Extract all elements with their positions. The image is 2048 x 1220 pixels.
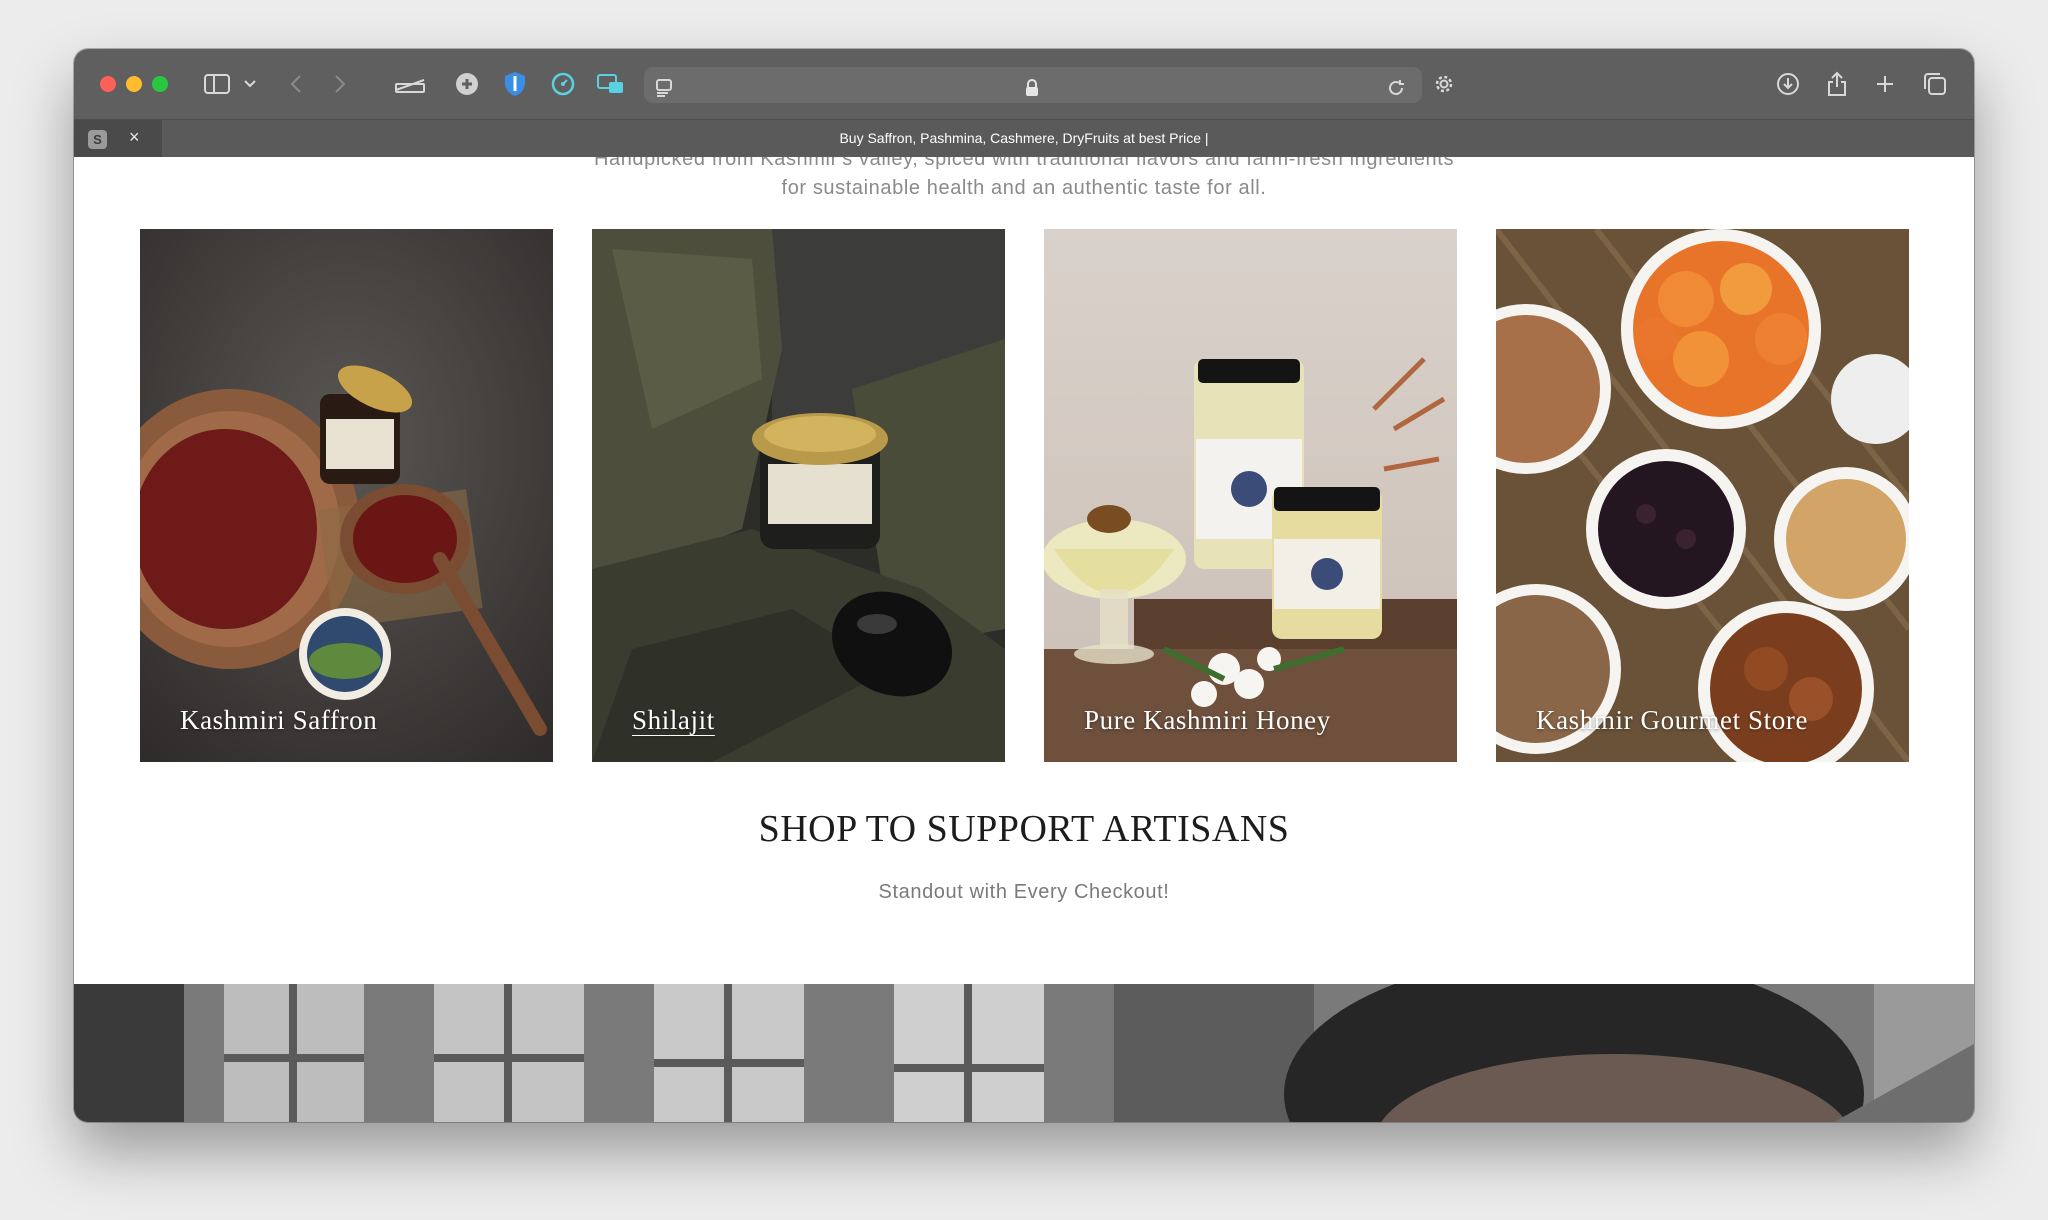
honey-image [1044,229,1457,762]
category-card-saffron[interactable]: Kashmiri Saffron [140,229,553,762]
category-card-shilajit[interactable]: Shilajit [592,229,1005,762]
gourmet-image [1496,229,1909,762]
page-content: Handpicked from Kashmir's valley, spiced… [74,157,1974,1122]
intro-line-2: for sustainable health and an authentic … [781,177,1267,199]
lock-icon [1022,73,1042,103]
download-icon[interactable] [1774,69,1802,99]
close-window-button[interactable] [100,76,116,92]
sidebar-toggle-icon[interactable] [202,69,232,99]
category-card-gourmet[interactable]: Kashmir Gourmet Store [1496,229,1909,762]
reader-mode-icon[interactable] [654,73,674,103]
ruler-extension-icon[interactable] [394,69,426,99]
saffron-image [140,229,553,762]
speedometer-extension-icon[interactable] [550,69,576,99]
tab-pinned[interactable]: S × [74,120,162,158]
section-subtitle: Standout with Every Checkout! [878,881,1170,903]
card-label[interactable]: Pure Kashmiri Honey [1084,705,1331,736]
site-favicon: S [88,130,107,149]
browser-window: S × Buy Saffron, Pashmina, Cashmere, Dry… [74,49,1974,1122]
chevron-down-icon[interactable] [242,69,258,99]
back-icon[interactable] [286,69,306,99]
gear-icon[interactable] [1429,69,1459,99]
category-card-honey[interactable]: Pure Kashmiri Honey [1044,229,1457,762]
tab-bar: S × Buy Saffron, Pashmina, Cashmere, Dry… [74,119,1974,158]
screen-extension-icon[interactable] [596,69,626,99]
forward-icon[interactable] [330,69,350,99]
card-label[interactable]: Kashmir Gourmet Store [1536,705,1808,736]
minimize-window-button[interactable] [126,76,142,92]
reload-icon[interactable] [1384,73,1408,103]
shilajit-image [592,229,1005,762]
address-bar[interactable] [644,67,1422,103]
puzzle-extension-icon[interactable] [454,69,480,99]
artisan-banner-image [74,984,1974,1122]
intro-text: Handpicked from Kashmir's valley, spiced… [74,157,1974,203]
tab-title[interactable]: Buy Saffron, Pashmina, Cashmere, DryFrui… [574,130,1474,146]
section-title: SHOP TO SUPPORT ARTISANS [758,808,1290,850]
new-tab-icon[interactable] [1872,69,1898,99]
share-icon[interactable] [1824,69,1850,99]
browser-toolbar [74,49,1974,119]
tab-overview-icon[interactable] [1922,69,1948,99]
zoom-window-button[interactable] [152,76,168,92]
intro-line-1: Handpicked from Kashmir's valley, spiced… [593,157,1455,170]
card-label[interactable]: Kashmiri Saffron [180,705,377,736]
close-tab-icon[interactable]: × [129,127,140,148]
shield-extension-icon[interactable] [502,69,528,99]
card-label[interactable]: Shilajit [632,705,715,736]
